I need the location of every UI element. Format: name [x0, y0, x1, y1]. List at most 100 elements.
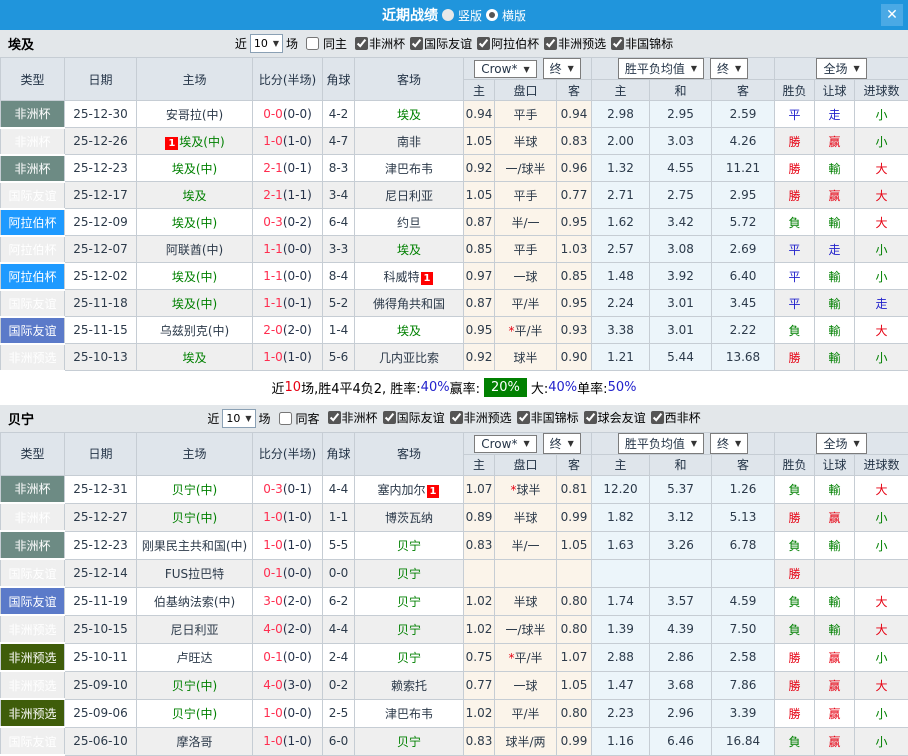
cell-date: 25-12-07	[65, 236, 137, 263]
cell-type: 非洲预选	[1, 643, 65, 671]
team-label: 津巴布韦	[385, 707, 433, 721]
cell-corner: 4-4	[323, 615, 355, 643]
cell-home: 贝宁(中)	[137, 503, 253, 531]
fulltime-select[interactable]: 全场▼	[816, 58, 866, 79]
handicap-label: 平/半	[514, 651, 542, 665]
team-label: 塞内加尔	[378, 483, 426, 497]
cell-avg-home: 1.21	[592, 344, 650, 371]
chevron-down-icon: ▼	[568, 439, 574, 448]
cell-odds-home: 0.83	[464, 727, 495, 755]
cell-result-wdl: 勝	[775, 643, 815, 671]
cell-corner: 5-6	[323, 344, 355, 371]
league-filter[interactable]: 非国锦标	[512, 409, 579, 426]
league-label: 非洲杯	[342, 409, 378, 426]
cell-score: 1-1(0-0)	[253, 263, 323, 290]
league-checkbox[interactable]	[477, 37, 490, 50]
layout-radio-vertical[interactable]: 竖版	[442, 7, 482, 24]
final-odds-select[interactable]: 终▼	[543, 58, 581, 79]
league-filter[interactable]: 国际友谊	[405, 35, 472, 52]
final-avg-select[interactable]: 终▼	[710, 58, 748, 79]
cell-avg-away: 2.95	[712, 182, 775, 209]
cell-avg-away: 6.78	[712, 531, 775, 559]
cell-home: FUS拉巴特	[137, 559, 253, 587]
cell-avg-away: 3.45	[712, 290, 775, 317]
cell-result-handicap: 輸	[815, 263, 855, 290]
league-checkbox[interactable]	[355, 37, 368, 50]
cell-avg-draw: 3.42	[650, 209, 712, 236]
league-checkbox[interactable]	[517, 411, 530, 424]
team-label: 贝宁(中)	[172, 707, 217, 721]
league-filter[interactable]: 阿拉伯杯	[472, 35, 539, 52]
cell-odds-away	[557, 559, 592, 587]
league-filter[interactable]: 球会友谊	[579, 409, 646, 426]
team-label: 摩洛哥	[176, 735, 212, 749]
cell-odds-home: 0.94	[464, 101, 495, 128]
final-odds-select[interactable]: 终▼	[543, 433, 581, 454]
cell-odds-away: 0.77	[557, 182, 592, 209]
cell-avg-home: 1.16	[592, 727, 650, 755]
table-row: 国际友谊25-06-10摩洛哥1-0(1-0)6-0贝宁0.83球半/两0.99…	[1, 727, 908, 755]
radio-selected-icon[interactable]	[486, 9, 498, 21]
final-avg-select[interactable]: 终▼	[710, 433, 748, 454]
team-label: 埃及(中)	[172, 270, 217, 284]
wdl-average-select[interactable]: 胜平负均值▼	[618, 433, 704, 454]
cell-type: 国际友谊	[1, 727, 65, 755]
fulltime-score: 1-0	[263, 134, 283, 148]
cell-date: 25-11-18	[65, 290, 137, 317]
cell-score: 0-0(0-0)	[253, 101, 323, 128]
bookmaker-select[interactable]: Crow*▼	[474, 435, 536, 453]
cell-odds-away: 0.95	[557, 209, 592, 236]
fulltime-score: 0-1	[263, 566, 283, 580]
layout-radio-horizontal[interactable]: 横版	[486, 7, 526, 24]
cell-handicap: 半/一	[495, 531, 557, 559]
bookmaker-select[interactable]: Crow*▼	[474, 60, 536, 78]
cell-corner: 1-4	[323, 317, 355, 344]
team-label: 埃及(中)	[172, 216, 217, 230]
team-label: 南非	[397, 135, 421, 149]
cell-handicap: *球半	[495, 475, 557, 503]
cell-away: 贝宁	[355, 643, 464, 671]
cell-away: 埃及	[355, 101, 464, 128]
league-checkbox[interactable]	[383, 411, 396, 424]
cell-handicap: 半球	[495, 503, 557, 531]
cell-away: 赖索托	[355, 671, 464, 699]
recent-count-select[interactable]: 10▼	[222, 409, 255, 428]
cell-result-wdl: 平	[775, 101, 815, 128]
cell-odds-home: 1.05	[464, 182, 495, 209]
league-filter[interactable]: 非洲预选	[445, 409, 512, 426]
league-checkbox[interactable]	[651, 411, 664, 424]
league-checkbox[interactable]	[611, 37, 624, 50]
wdl-average-select[interactable]: 胜平负均值▼	[618, 58, 704, 79]
league-checkbox[interactable]	[584, 411, 597, 424]
league-filter[interactable]: 非洲杯	[323, 409, 378, 426]
cell-home: 乌兹别克(中)	[137, 317, 253, 344]
league-checkbox[interactable]	[410, 37, 423, 50]
league-filter[interactable]: 非洲预选	[539, 35, 606, 52]
radio-unselected-icon[interactable]	[442, 9, 454, 21]
cell-result-handicap: 赢	[815, 727, 855, 755]
league-filter[interactable]: 国际友谊	[378, 409, 445, 426]
cell-odds-away: 0.81	[557, 475, 592, 503]
league-filter[interactable]: 西非杯	[646, 409, 701, 426]
fulltime-select[interactable]: 全场▼	[816, 433, 866, 454]
league-filter[interactable]: 非国锦标	[606, 35, 673, 52]
league-checkbox[interactable]	[544, 37, 557, 50]
col-odds-home: 主	[464, 454, 495, 475]
cell-corner: 4-7	[323, 128, 355, 155]
league-checkbox[interactable]	[450, 411, 463, 424]
close-icon[interactable]: ✕	[881, 4, 903, 26]
cell-handicap: 半球	[495, 587, 557, 615]
col-avg-home: 主	[592, 80, 650, 101]
same-venue-checkbox[interactable]	[306, 37, 319, 50]
col-avg-draw: 和	[650, 454, 712, 475]
cell-type: 阿拉伯杯	[1, 263, 65, 290]
recent-count-select[interactable]: 10▼	[250, 34, 283, 53]
cell-away: 津巴布韦	[355, 155, 464, 182]
cell-corner: 8-4	[323, 263, 355, 290]
league-filter[interactable]: 非洲杯	[350, 35, 405, 52]
same-venue-checkbox[interactable]	[279, 412, 292, 425]
cell-score: 3-0(2-0)	[253, 587, 323, 615]
league-checkbox[interactable]	[328, 411, 341, 424]
chevron-down-icon: ▼	[691, 439, 697, 448]
odds-group-header: Crow*▼ 终▼	[464, 432, 592, 454]
